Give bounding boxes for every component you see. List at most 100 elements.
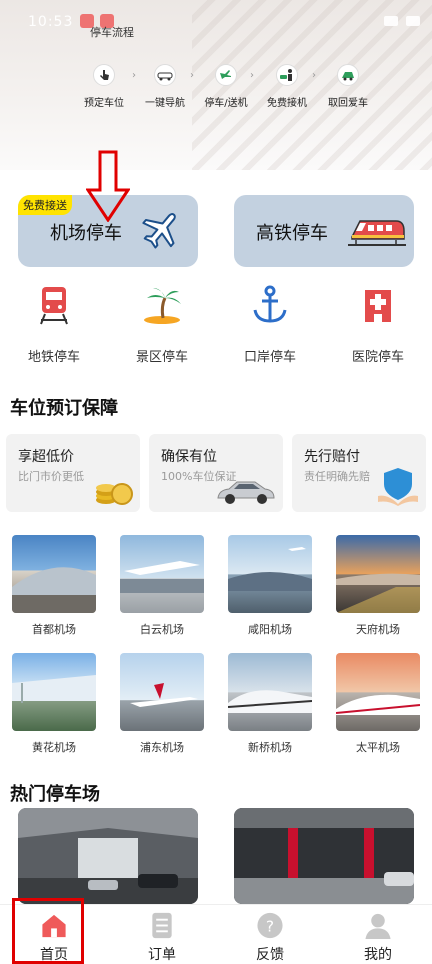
airport-photo [336,535,420,613]
tab-profile[interactable]: 我的 [324,905,432,964]
hospital-icon [365,290,391,322]
anchor-icon [253,285,287,323]
chevron-right-icon: › [250,70,254,81]
status-time: 10:53 [28,14,74,30]
palm-island-icon [144,288,181,324]
plane-car-icon [215,64,237,86]
gold-coins-icon [96,483,133,505]
airport-name: 首都机场 [32,623,76,636]
category-label: 景区停车 [135,350,188,365]
parking-category-row: 地铁停车 景区停车 口岸停车 医院停车 [0,282,432,365]
home-tab-highlight [12,898,84,964]
hot-parking-card[interactable] [234,808,414,904]
chevron-right-icon: › [190,70,194,81]
airplane-icon [142,213,176,249]
chevron-right-icon: › [132,70,136,81]
category-label: 医院停车 [351,350,404,365]
guarantee-compensation[interactable]: 先行赔付 责任明确先赔 [292,434,426,512]
parking-lot-photo [18,808,198,904]
airport-photo [228,653,312,731]
airport-item[interactable]: 黄花机场 [0,653,108,755]
airport-photo [228,535,312,613]
flow-step-label: 预定车位 [84,98,124,109]
airport-name: 太平机场 [356,741,400,754]
airport-name: 天府机场 [356,623,400,636]
flow-step-label: 免费接机 [267,98,307,109]
flow-step: 停车/送机 [198,64,254,109]
chevron-right-icon: › [312,70,316,81]
rail-parking-label: 高铁停车 [256,223,328,244]
silver-car-icon [217,481,275,504]
parking-flow-steps: 预定车位 一键导航 停车/送机 免费接机 取回爱车 [76,64,376,109]
tab-label: 订单 [148,947,176,963]
category-label: 地铁停车 [27,350,80,365]
free-shuttle-badge: 免费接送 [18,195,72,215]
airport-item[interactable]: 首都机场 [0,535,108,637]
order-list-icon [152,912,172,939]
guarantee-item-title: 先行赔付 [304,449,360,465]
flow-step: 免费接机 [259,64,315,109]
hero-banner: 10:53 停车流程 预定车位 一键导航 停车/送机 免费接机 取回爱车 › ›… [0,0,432,170]
guarantee-item-title: 确保有位 [161,449,217,465]
car-return-icon [337,64,359,86]
hand-tap-icon [93,64,115,86]
airport-photo [336,653,420,731]
signal-icon [384,16,398,26]
flow-step: 预定车位 [76,64,132,109]
category-hospital[interactable]: 医院停车 [324,282,432,365]
parking-lot-photo [234,808,414,904]
tab-feedback[interactable]: ? 反馈 [216,905,324,964]
battery-icon [406,16,420,26]
status-system-icons [384,16,420,26]
guarantee-item-title: 享超低价 [18,449,74,465]
category-scenic[interactable]: 景区停车 [108,282,216,365]
category-label: 口岸停车 [243,350,296,365]
airport-photo [120,535,204,613]
tab-label: 反馈 [256,947,284,963]
airport-grid-row: 首都机场 白云机场 咸阳机场 天府机场 [0,535,432,637]
airport-name: 咸阳机场 [248,623,292,636]
profile-icon [365,913,391,940]
feedback-question-icon: ? [257,912,283,939]
guarantee-low-price[interactable]: 享超低价 比门市价更低 [6,434,140,512]
category-subway[interactable]: 地铁停车 [0,282,108,365]
airport-photo [120,653,204,731]
airport-item[interactable]: 咸阳机场 [216,535,324,637]
high-speed-train-icon [348,220,406,246]
flow-step: 一键导航 [137,64,193,109]
airport-photo [12,653,96,731]
airport-item[interactable]: 新桥机场 [216,653,324,755]
guarantee-item-subtitle: 比门市价更低 [18,470,84,483]
airport-photo [12,535,96,613]
person-car-icon [276,64,298,86]
airport-item[interactable]: 白云机场 [108,535,216,637]
airport-item[interactable]: 太平机场 [324,653,432,755]
shield-hands-icon [378,468,418,506]
flow-step-label: 一键导航 [145,98,185,109]
hot-parking-card[interactable] [18,808,198,904]
flow-step-label: 取回爱车 [328,98,368,109]
guarantee-spot-available[interactable]: 确保有位 100%车位保证 [149,434,283,512]
guarantee-section-title: 车位预订保障 [10,398,118,419]
tab-label: 我的 [364,947,392,963]
flow-title: 停车流程 [90,26,134,39]
svg-text:?: ? [266,917,274,935]
flow-step: 取回爱车 [320,64,376,109]
airport-item[interactable]: 浦东机场 [108,653,216,755]
airport-item[interactable]: 天府机场 [324,535,432,637]
annotation-down-arrow-icon [86,150,130,222]
airport-name: 新桥机场 [248,741,292,754]
airport-name: 白云机场 [140,623,184,636]
rail-parking-card[interactable]: 高铁停车 [234,195,414,267]
hot-parking-title: 热门停车场 [10,784,100,805]
airport-name: 黄花机场 [32,741,76,754]
airport-parking-label: 机场停车 [50,223,122,244]
subway-icon [40,287,68,325]
airport-grid-row: 黄花机场 浦东机场 新桥机场 太平机场 [0,653,432,755]
tab-orders[interactable]: 订单 [108,905,216,964]
car-navigation-icon [154,64,176,86]
airport-name: 浦东机场 [140,741,184,754]
flow-step-label: 停车/送机 [204,98,248,109]
category-port[interactable]: 口岸停车 [216,282,324,365]
guarantee-item-subtitle: 责任明确先赔 [304,470,370,483]
